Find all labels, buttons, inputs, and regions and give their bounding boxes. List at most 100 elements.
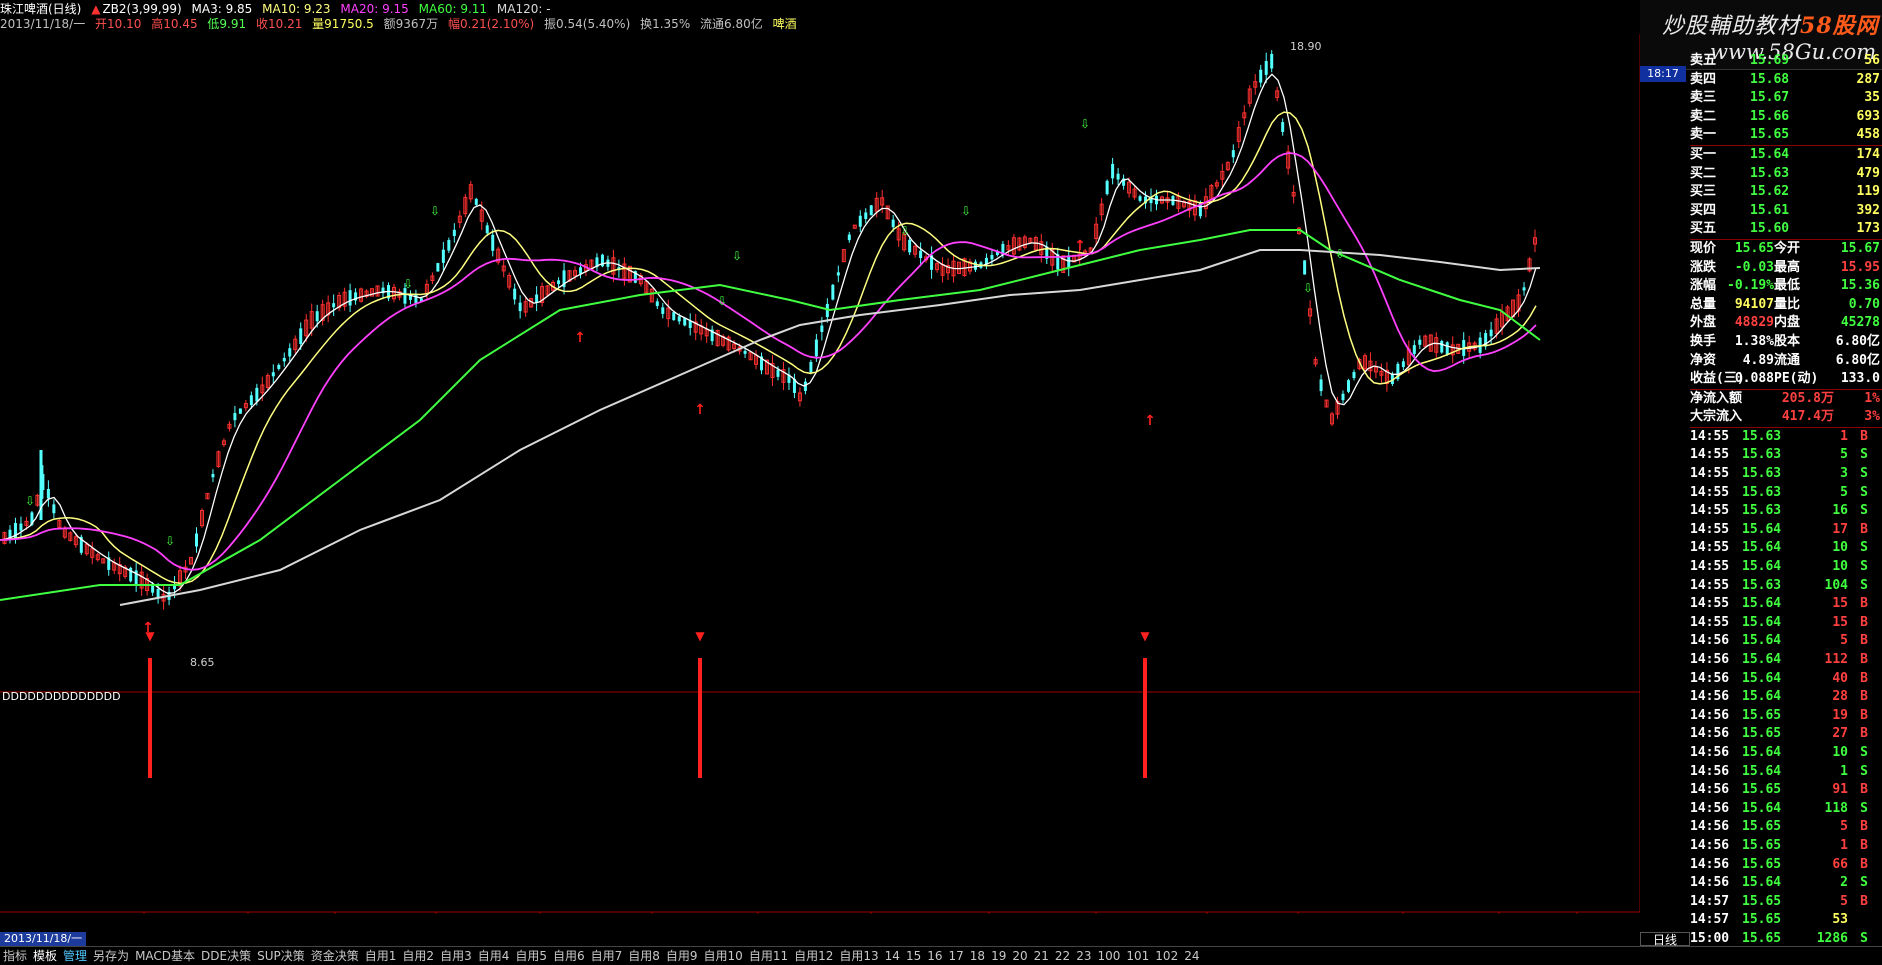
- bottom-tab[interactable]: 24: [1181, 947, 1202, 965]
- tick-side: S: [1860, 875, 1868, 891]
- tick-time: 14:57: [1690, 912, 1730, 928]
- tick-price: 15.64: [1742, 670, 1782, 686]
- bottom-tab[interactable]: 18: [967, 947, 988, 965]
- candle-body: [277, 364, 281, 369]
- tick-volume: 1: [1840, 837, 1848, 853]
- candle-body: [847, 234, 851, 241]
- tick-row: 14:56 15.64 28 B: [1690, 688, 1882, 707]
- flow-percent: 3%: [1864, 409, 1880, 425]
- bottom-tab[interactable]: 自用7: [588, 947, 626, 965]
- candlesticks: [2, 50, 1538, 610]
- ask-price: 15.65: [1750, 127, 1790, 143]
- bottom-tab[interactable]: 21: [1031, 947, 1052, 965]
- moving-averages: [0, 73, 1541, 606]
- bottom-tab[interactable]: 22: [1052, 947, 1073, 965]
- bottom-tab[interactable]: 指标: [0, 947, 30, 965]
- bottom-tab[interactable]: 14: [882, 947, 903, 965]
- bottom-tab[interactable]: 管理: [60, 947, 90, 965]
- quote-label: 总量: [1690, 296, 1717, 312]
- bottom-tab[interactable]: SUP决策: [254, 947, 308, 965]
- ma10-line: [0, 111, 1537, 585]
- bottom-tab[interactable]: 自用8: [625, 947, 663, 965]
- change-value: 幅0.21(2.10%): [448, 17, 535, 31]
- bottom-tab[interactable]: 自用9: [663, 947, 701, 965]
- bottom-tab[interactable]: 23: [1073, 947, 1094, 965]
- bottom-tab[interactable]: 16: [924, 947, 945, 965]
- tick-volume: 104: [1824, 577, 1848, 593]
- tick-row: 14:55 15.63 3 S: [1690, 465, 1882, 484]
- ma20-line: [0, 152, 1537, 571]
- bottom-tab[interactable]: 自用11: [746, 947, 791, 965]
- tick-volume: 5: [1840, 484, 1848, 500]
- bottom-tab[interactable]: 自用10: [701, 947, 746, 965]
- bottom-tab[interactable]: 自用5: [512, 947, 550, 965]
- bid-volume: 479: [1856, 165, 1880, 181]
- bottom-tab[interactable]: 模板: [30, 947, 60, 965]
- bottom-tab[interactable]: 19: [988, 947, 1009, 965]
- indicator-bar: [1143, 658, 1147, 778]
- bottom-tab[interactable]: 20: [1009, 947, 1030, 965]
- tick-price: 15.64: [1742, 614, 1782, 630]
- quote-label-2: 股本: [1774, 333, 1801, 349]
- bottom-tab[interactable]: 自用6: [550, 947, 588, 965]
- tick-price: 15.64: [1742, 800, 1782, 816]
- bottom-tab[interactable]: 自用12: [791, 947, 836, 965]
- bottom-tab[interactable]: 资金决策: [308, 947, 362, 965]
- tick-volume: 5: [1840, 633, 1848, 649]
- candle-body: [271, 372, 275, 377]
- bottom-tab[interactable]: DDE决策: [198, 947, 254, 965]
- quote-label-2: 流通: [1774, 352, 1801, 368]
- quote-value: 15.65: [1734, 240, 1774, 256]
- candle-body: [973, 261, 977, 270]
- sell-arrow-icon: ⇩: [25, 494, 35, 508]
- bottom-tab[interactable]: 102: [1152, 947, 1181, 965]
- period-label[interactable]: 日线: [1640, 932, 1690, 947]
- tick-time: 14:55: [1690, 540, 1730, 556]
- tick-price: 15.63: [1742, 466, 1782, 482]
- candle-body: [332, 303, 336, 308]
- bottom-tab[interactable]: 15: [903, 947, 924, 965]
- tick-volume: 5: [1840, 447, 1848, 463]
- signal-down-icon: ▼: [695, 629, 705, 643]
- bottom-tab[interactable]: 100: [1094, 947, 1123, 965]
- ma120-label: MA120: -: [496, 2, 551, 16]
- sell-arrow-icon: ⇩: [403, 277, 413, 291]
- tick-volume: 66: [1832, 856, 1848, 872]
- watermark-text-2: 教材: [1754, 14, 1801, 39]
- quote-row: 现价 15.65 今开 15.67: [1690, 240, 1882, 259]
- bid-row: 买一 15.64 174: [1690, 146, 1882, 165]
- candle-body: [1303, 260, 1307, 275]
- bottom-tab[interactable]: MACD基本: [132, 947, 198, 965]
- indicator-bar: [148, 658, 152, 778]
- bottom-tab[interactable]: 自用1: [362, 947, 400, 965]
- quote-label: 涨跌: [1690, 259, 1717, 275]
- signal-down-icon: ▼: [145, 629, 155, 643]
- tick-price: 15.65: [1742, 707, 1782, 723]
- bottom-tab[interactable]: 自用2: [399, 947, 437, 965]
- ask-row: 卖二 15.66 693: [1690, 108, 1882, 127]
- bid-row: 买三 15.62 119: [1690, 183, 1882, 202]
- quote-row: 涨跌 -0.03 最高 15.95: [1690, 259, 1882, 278]
- bottom-tab[interactable]: 自用4: [475, 947, 513, 965]
- chart-canvas[interactable]: ↑↑↑↑↑⇩⇩⇩⇩⇩⇩⇩⇩⇩⇩⇩ ▼▼▼ 16.0017.0016.0015.0…: [0, 34, 1640, 914]
- stock-title[interactable]: 珠江啤酒(日线): [0, 2, 81, 16]
- tick-list[interactable]: 14:55 15.63 1 B 14:55 15.63 5 S 14:55 15.63 3 S 14:5…: [1690, 426, 1882, 945]
- bottom-tab[interactable]: 自用3: [437, 947, 475, 965]
- bottom-tab[interactable]: 101: [1123, 947, 1152, 965]
- candle-body: [858, 215, 862, 227]
- indicator-bar: [698, 658, 702, 778]
- sell-arrow-icon: ⇩: [1303, 281, 1313, 295]
- bottom-tab[interactable]: 自用13: [836, 947, 881, 965]
- low-annotation: 8.65: [190, 656, 215, 669]
- kline-chart[interactable]: ↑↑↑↑↑⇩⇩⇩⇩⇩⇩⇩⇩⇩⇩⇩ ▼▼▼ 16.0017.0016.0015.0…: [0, 34, 1640, 914]
- date-chip: 2013/11/18/一: [0, 932, 87, 946]
- tick-side: S: [1860, 503, 1868, 519]
- bid-price: 15.60: [1750, 221, 1790, 237]
- ask-row: 卖四 15.68 287: [1690, 71, 1882, 90]
- sell-arrow-icon: ⇩: [961, 204, 971, 218]
- bottom-tab[interactable]: 17: [946, 947, 967, 965]
- tick-row: 14:56 15.65 19 B: [1690, 707, 1882, 726]
- tick-row: 14:56 15.64 112 B: [1690, 651, 1882, 670]
- bottom-tab[interactable]: 另存为: [90, 947, 132, 965]
- high-annotation: 18.90: [1290, 40, 1322, 53]
